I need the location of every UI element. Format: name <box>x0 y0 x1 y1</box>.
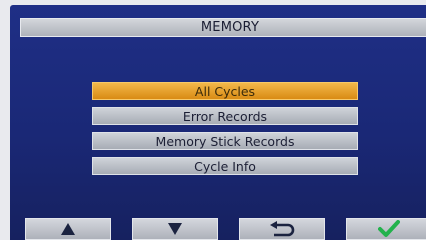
down-arrow-icon <box>168 223 182 235</box>
menu-item-label: Error Records <box>182 108 268 124</box>
softkey-bar <box>15 218 426 240</box>
menu-item-error-records[interactable]: Error Records <box>92 107 358 125</box>
up-button[interactable] <box>25 218 111 240</box>
down-button[interactable] <box>132 218 218 240</box>
back-button[interactable] <box>239 218 325 240</box>
menu-item-label: Memory Stick Records <box>155 133 295 149</box>
page-title-text: MEMORY <box>200 20 260 35</box>
menu-item-memory-stick-records[interactable]: Memory Stick Records <box>92 132 358 150</box>
memory-menu: All Cycles Error Records Memory Stick Re… <box>92 82 358 182</box>
menu-item-all-cycles[interactable]: All Cycles <box>92 82 358 100</box>
up-arrow-icon <box>61 223 75 235</box>
menu-item-cycle-info[interactable]: Cycle Info <box>92 157 358 175</box>
menu-item-label: All Cycles <box>194 83 256 99</box>
check-icon <box>378 220 400 237</box>
confirm-button[interactable] <box>346 218 426 240</box>
back-return-icon <box>270 221 295 237</box>
device-screen: MEMORY All Cycles Error Records Memory S… <box>10 5 426 240</box>
menu-item-label: Cycle Info <box>194 158 256 174</box>
page-title: MEMORY <box>20 18 426 37</box>
